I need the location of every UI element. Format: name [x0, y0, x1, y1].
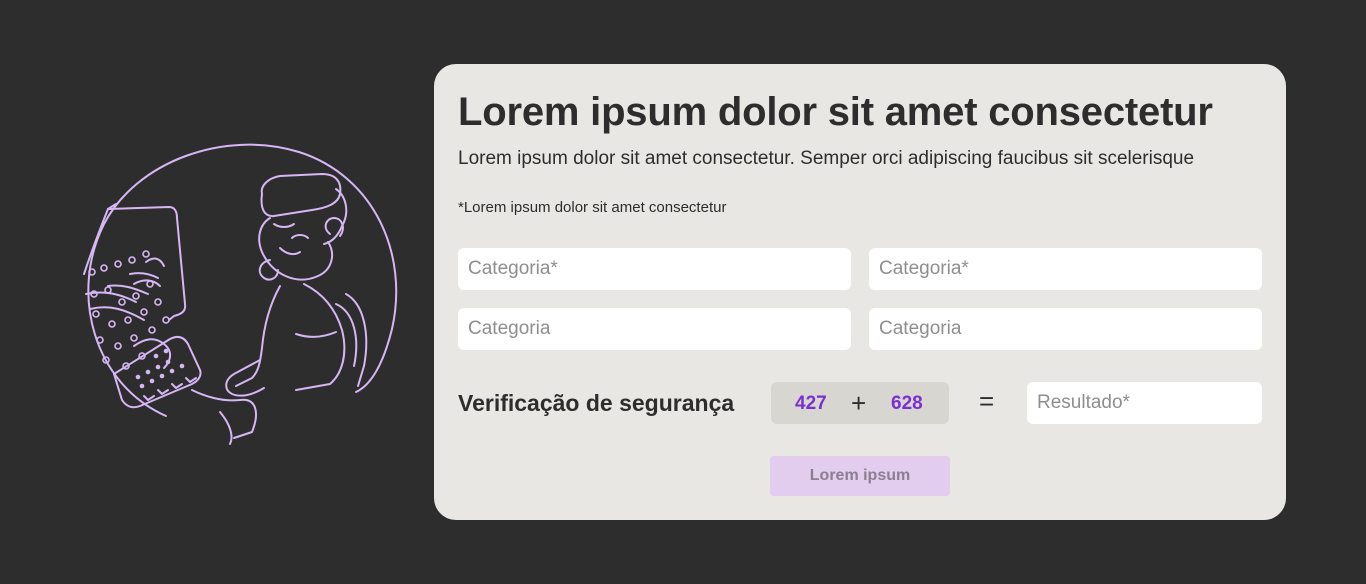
required-note: *Lorem ipsum dolor sit amet consectetur [458, 199, 727, 216]
captcha-number-b: 628 [891, 393, 923, 414]
equals-sign: = [979, 386, 995, 416]
captcha-number-a: 427 [795, 393, 827, 414]
contact-form-card: Lorem ipsum dolor sit amet consectetur L… [434, 64, 1286, 520]
captcha-box: 427 + 628 [771, 382, 949, 424]
security-verification-label: Verificação de segurança [458, 390, 735, 416]
category-field-1[interactable] [458, 248, 851, 290]
form-subtitle: Lorem ipsum dolor sit amet consectetur. … [458, 148, 1195, 169]
person-at-computer-illustration [74, 134, 404, 450]
category-field-3[interactable] [458, 308, 851, 350]
category-field-2[interactable] [869, 248, 1262, 290]
submit-button[interactable]: Lorem ipsum [770, 456, 950, 496]
category-field-4[interactable] [869, 308, 1262, 350]
form-title: Lorem ipsum dolor sit amet consectetur [458, 90, 1213, 134]
plus-sign: + [851, 388, 867, 418]
result-field[interactable] [1027, 382, 1262, 424]
